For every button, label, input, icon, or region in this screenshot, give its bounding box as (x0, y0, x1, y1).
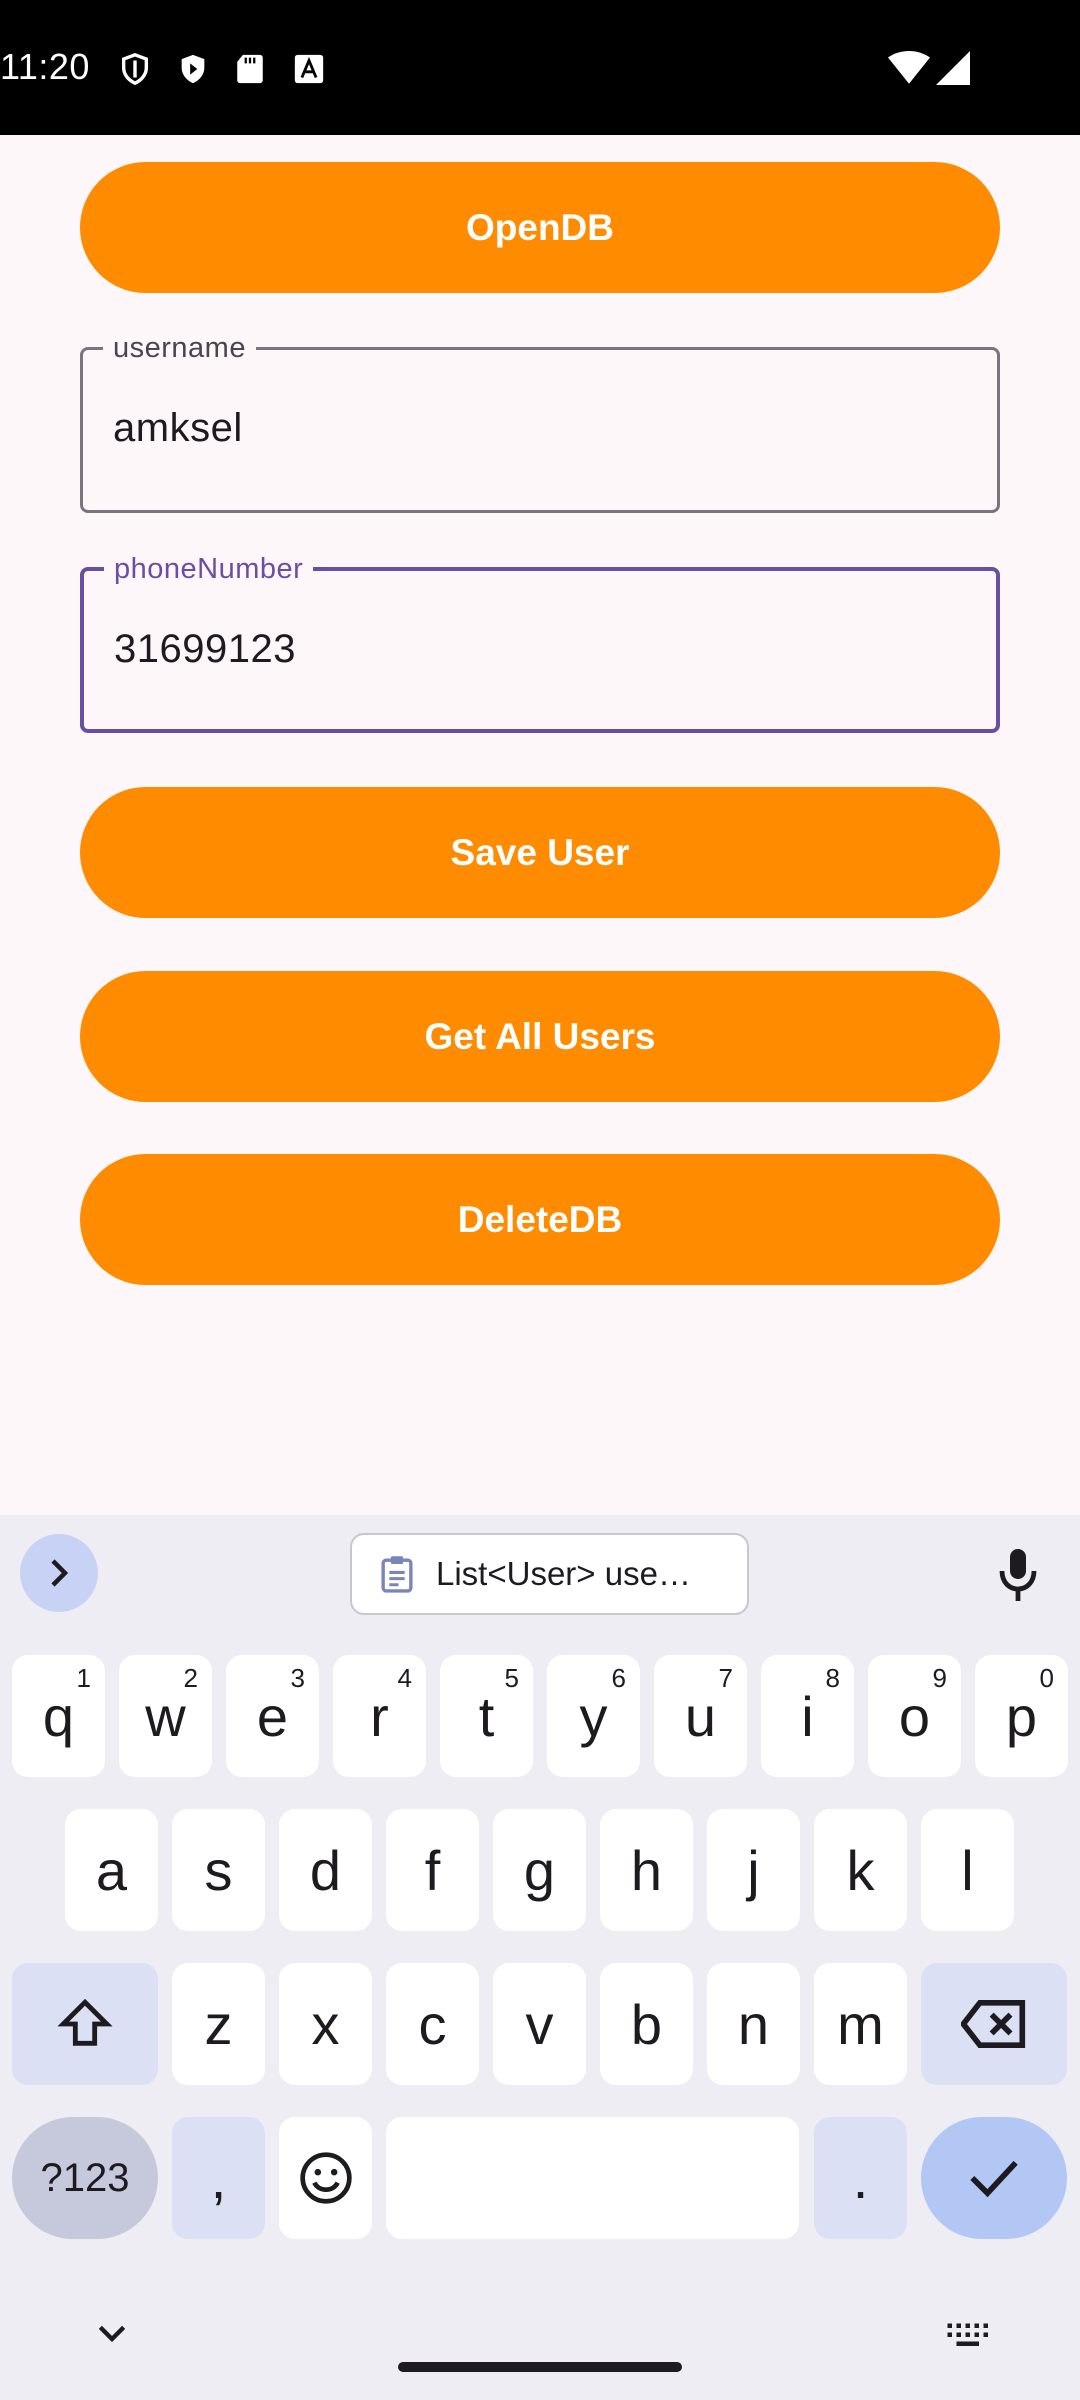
key-label: i (801, 1684, 814, 1748)
get-all-users-button[interactable]: Get All Users (80, 971, 1000, 1102)
key-hint: 0 (1039, 1663, 1054, 1693)
key-hint: 7 (718, 1663, 733, 1693)
key-label: t (478, 1684, 495, 1748)
chevron-right-icon (51, 1559, 69, 1587)
clipboard-text: List<User> use… (436, 1555, 691, 1592)
wifi-icon (888, 50, 930, 91)
shift-arrow-icon (57, 1998, 113, 2046)
key-e[interactable]: e3 (226, 1655, 319, 1777)
key-p[interactable]: p0 (975, 1655, 1068, 1777)
play-icon (176, 52, 210, 91)
key-hint: 1 (76, 1663, 91, 1693)
key-q[interactable]: q1 (12, 1655, 105, 1777)
phone-number-field[interactable]: phoneNumber 31699123 (80, 551, 1000, 733)
hide-keyboard-button[interactable] (92, 2319, 132, 2349)
key-hint: 6 (611, 1663, 626, 1693)
gesture-handle[interactable] (398, 2362, 682, 2372)
key-d[interactable]: d (279, 1809, 372, 1931)
key-j[interactable]: j (707, 1809, 800, 1931)
key-w[interactable]: w2 (119, 1655, 212, 1777)
comma-key[interactable]: , (172, 2117, 265, 2239)
key-hint: 4 (397, 1663, 412, 1693)
app-screen: OpenDB username amksel phoneNumber 31699… (0, 135, 1080, 1515)
key-label: u (684, 1684, 717, 1748)
key-v[interactable]: v (493, 1963, 586, 2085)
clock: 11:20 (0, 46, 90, 87)
key-l[interactable]: l (921, 1809, 1014, 1931)
done-key[interactable] (921, 2117, 1067, 2239)
checkmark-icon (970, 2160, 1018, 2198)
soft-keyboard: List<User> use… q1w2e3r4t5y6u7i8o9p0 asd… (0, 1515, 1080, 2400)
key-c[interactable]: c (386, 1963, 479, 2085)
symbols-key[interactable]: ?123 (12, 2117, 158, 2239)
backspace-icon (961, 1999, 1026, 2049)
key-label: e (256, 1684, 289, 1748)
key-a[interactable]: a (65, 1809, 158, 1931)
key-h[interactable]: h (600, 1809, 693, 1931)
username-label: username (103, 330, 256, 366)
key-label: y (579, 1684, 608, 1748)
chevron-down-icon (98, 2325, 126, 2343)
key-f[interactable]: f (386, 1809, 479, 1931)
clipboard-suggestion[interactable]: List<User> use… (350, 1533, 749, 1615)
phone-number-value[interactable]: 31699123 (114, 627, 296, 672)
sd-card-icon (234, 52, 266, 91)
voice-input-button[interactable] (988, 1545, 1048, 1605)
key-label: r (370, 1684, 389, 1748)
username-value[interactable]: amksel (113, 406, 243, 451)
key-hint: 2 (183, 1663, 198, 1693)
key-label: p (1005, 1684, 1038, 1748)
key-y[interactable]: y6 (547, 1655, 640, 1777)
shield-icon (118, 52, 152, 91)
period-key[interactable]: . (814, 2117, 907, 2239)
key-n[interactable]: n (707, 1963, 800, 2085)
status-bar: 11:20 (0, 0, 1080, 135)
username-field[interactable]: username amksel (80, 330, 1000, 513)
signal-icon (936, 50, 970, 91)
key-i[interactable]: i8 (761, 1655, 854, 1777)
font-icon (292, 52, 326, 91)
key-b[interactable]: b (600, 1963, 693, 2085)
expand-toolbar-button[interactable] (20, 1534, 98, 1612)
keyboard-switcher-button[interactable] (944, 2319, 990, 2349)
key-x[interactable]: x (279, 1963, 372, 2085)
keyboard-icon (947, 2323, 988, 2346)
phone-number-label: phoneNumber (104, 551, 314, 587)
key-hint: 9 (932, 1663, 947, 1693)
key-z[interactable]: z (172, 1963, 265, 2085)
backspace-key[interactable] (921, 1963, 1067, 2085)
key-label: o (898, 1684, 931, 1748)
key-s[interactable]: s (172, 1809, 265, 1931)
key-hint: 3 (290, 1663, 305, 1693)
key-label: w (145, 1684, 186, 1748)
open-db-button[interactable]: OpenDB (80, 162, 1000, 293)
emoji-icon (299, 2152, 352, 2204)
space-key[interactable] (386, 2117, 799, 2239)
key-u[interactable]: u7 (654, 1655, 747, 1777)
delete-db-button[interactable]: DeleteDB (80, 1154, 1000, 1285)
emoji-key[interactable] (279, 2117, 372, 2239)
key-hint: 5 (504, 1663, 519, 1693)
clipboard-icon (381, 1556, 413, 1593)
key-label: q (42, 1684, 75, 1748)
key-r[interactable]: r4 (333, 1655, 426, 1777)
key-m[interactable]: m (814, 1963, 907, 2085)
key-k[interactable]: k (814, 1809, 907, 1931)
key-t[interactable]: t5 (440, 1655, 533, 1777)
key-g[interactable]: g (493, 1809, 586, 1931)
microphone-icon (999, 1549, 1037, 1601)
shift-key[interactable] (12, 1963, 158, 2085)
key-hint: 8 (825, 1663, 840, 1693)
save-user-button[interactable]: Save User (80, 787, 1000, 918)
key-o[interactable]: o9 (868, 1655, 961, 1777)
